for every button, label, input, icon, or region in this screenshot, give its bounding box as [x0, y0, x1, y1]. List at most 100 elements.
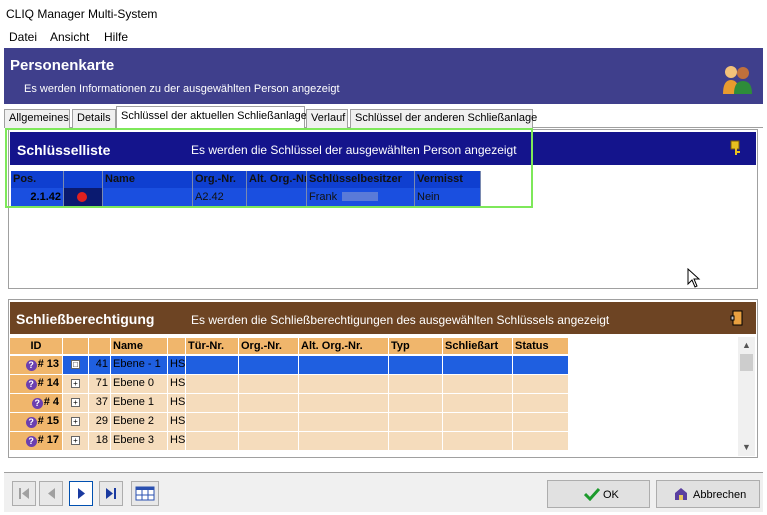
perm-tag[interactable]: HS [168, 375, 186, 394]
checkbox-icon[interactable]: □ [71, 360, 80, 369]
perm-alt-org-nr[interactable] [299, 394, 389, 413]
col-alt-org-nr[interactable]: Alt. Org.-Nr. [247, 171, 307, 188]
nav-last-button[interactable] [99, 481, 123, 506]
perm-door-nr[interactable] [186, 356, 239, 375]
menu-hilfe[interactable]: Hilfe [104, 30, 128, 44]
col-alt-org-nr[interactable]: Alt. Org.-Nr. [299, 338, 389, 355]
perm-tag[interactable]: HS [168, 432, 186, 451]
tab-verlauf[interactable]: Verlauf [306, 109, 348, 128]
perm-type[interactable] [389, 375, 443, 394]
perm-id[interactable]: ? # 4 [10, 394, 63, 413]
perm-expander[interactable]: + [63, 375, 89, 394]
menu-ansicht[interactable]: Ansicht [50, 30, 89, 44]
col-tag[interactable] [168, 338, 186, 355]
nav-next-button[interactable] [69, 481, 93, 506]
col-expander[interactable] [63, 338, 89, 355]
col-org-nr[interactable]: Org.-Nr. [193, 171, 247, 188]
perm-expander[interactable]: + [63, 413, 89, 432]
perm-org-nr[interactable] [239, 356, 299, 375]
perm-org-nr[interactable] [239, 413, 299, 432]
expand-icon[interactable]: + [71, 398, 80, 407]
perm-id[interactable]: ? # 15 [10, 413, 63, 432]
col-name[interactable]: Name [111, 338, 168, 355]
expand-icon[interactable]: + [71, 379, 80, 388]
permissions-scrollbar[interactable]: ▲ ▼ [738, 337, 755, 456]
col-status[interactable]: Status [513, 338, 569, 355]
perm-org-nr[interactable] [239, 394, 299, 413]
col-icon[interactable] [64, 171, 103, 188]
nav-prev-button[interactable] [39, 481, 63, 506]
key-alt-org-nr[interactable] [247, 188, 307, 207]
expand-icon[interactable]: + [71, 417, 80, 426]
table-view-button[interactable] [131, 481, 159, 506]
perm-type[interactable] [389, 356, 443, 375]
perm-status[interactable] [513, 375, 569, 394]
perm-tag[interactable]: HS [168, 356, 186, 375]
col-org-nr[interactable]: Org.-Nr. [239, 338, 299, 355]
perm-alt-org-nr[interactable] [299, 413, 389, 432]
scroll-up-icon[interactable]: ▲ [738, 337, 755, 354]
perm-alt-org-nr[interactable] [299, 375, 389, 394]
perm-type[interactable] [389, 432, 443, 451]
col-id[interactable]: ID [10, 338, 63, 355]
perm-door-nr[interactable] [186, 394, 239, 413]
perm-lock-type[interactable] [443, 375, 513, 394]
perm-id[interactable]: ? # 14 [10, 375, 63, 394]
perm-name[interactable]: Ebene 1 [111, 394, 168, 413]
perm-lock-type[interactable] [443, 394, 513, 413]
col-num[interactable] [89, 338, 111, 355]
perm-door-nr[interactable] [186, 413, 239, 432]
col-lock-type[interactable]: Schließart [443, 338, 513, 355]
perm-expander[interactable]: + [63, 394, 89, 413]
ok-button[interactable]: OK [547, 480, 650, 508]
perm-type[interactable] [389, 413, 443, 432]
tab-other-keys[interactable]: Schlüssel der anderen Schließanlage [350, 109, 537, 128]
col-type[interactable]: Typ [389, 338, 443, 355]
scroll-down-icon[interactable]: ▼ [738, 439, 755, 456]
perm-expander[interactable]: + [63, 432, 89, 451]
perm-num[interactable]: 71 [89, 375, 111, 394]
key-missing[interactable]: Nein [415, 188, 481, 207]
perm-status[interactable] [513, 356, 569, 375]
perm-door-nr[interactable] [186, 375, 239, 394]
scroll-thumb[interactable] [740, 354, 753, 371]
perm-id[interactable]: ? # 17 [10, 432, 63, 451]
cancel-button[interactable]: Abbrechen [656, 480, 760, 508]
perm-tag[interactable]: HS [168, 394, 186, 413]
perm-expander[interactable]: □ [63, 356, 89, 375]
perm-status[interactable] [513, 394, 569, 413]
col-missing[interactable]: Vermisst [415, 171, 481, 188]
perm-type[interactable] [389, 394, 443, 413]
perm-lock-type[interactable] [443, 413, 513, 432]
perm-name[interactable]: Ebene 3 [111, 432, 168, 451]
tab-allgemeines[interactable]: Allgemeines [4, 109, 70, 128]
expand-icon[interactable]: + [71, 436, 80, 445]
perm-lock-type[interactable] [443, 356, 513, 375]
perm-lock-type[interactable] [443, 432, 513, 451]
perm-org-nr[interactable] [239, 375, 299, 394]
key-owner[interactable]: Frank [307, 188, 415, 207]
perm-alt-org-nr[interactable] [299, 432, 389, 451]
perm-num[interactable]: 37 [89, 394, 111, 413]
perm-status[interactable] [513, 413, 569, 432]
perm-num[interactable]: 29 [89, 413, 111, 432]
perm-door-nr[interactable] [186, 432, 239, 451]
perm-org-nr[interactable] [239, 432, 299, 451]
key-status-cell[interactable] [64, 188, 103, 207]
tab-details[interactable]: Details [72, 109, 116, 128]
tab-current-keys[interactable]: Schlüssel der aktuellen Schließanlage [116, 106, 307, 129]
perm-num[interactable]: 41 [89, 356, 111, 375]
perm-name[interactable]: Ebene 0 [111, 375, 168, 394]
perm-name[interactable]: Ebene - 1 [111, 356, 168, 375]
nav-first-button[interactable] [12, 481, 36, 506]
perm-tag[interactable]: HS [168, 413, 186, 432]
col-door-nr[interactable]: Tür-Nr. [186, 338, 239, 355]
perm-alt-org-nr[interactable] [299, 356, 389, 375]
perm-name[interactable]: Ebene 2 [111, 413, 168, 432]
menu-datei[interactable]: Datei [9, 30, 37, 44]
key-org-nr[interactable]: A2.42 [193, 188, 247, 207]
col-name[interactable]: Name [103, 171, 193, 188]
perm-num[interactable]: 18 [89, 432, 111, 451]
col-key-owner[interactable]: Schlüsselbesitzer [307, 171, 415, 188]
perm-status[interactable] [513, 432, 569, 451]
